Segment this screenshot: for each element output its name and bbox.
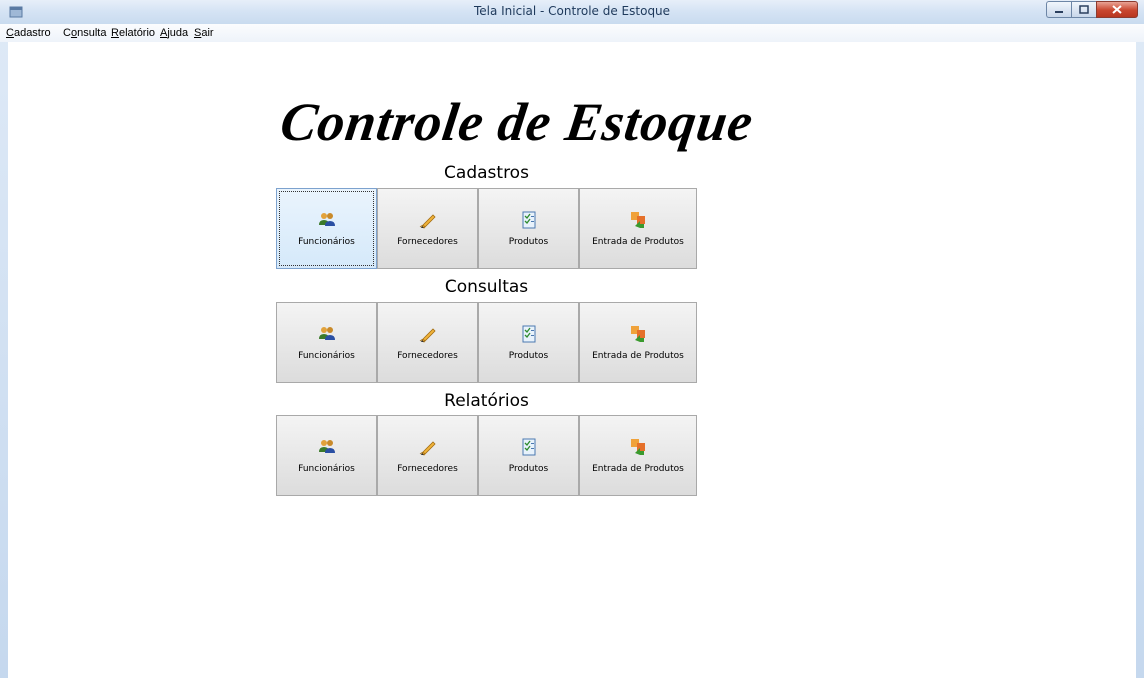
checklist-icon <box>522 211 535 228</box>
menu-label: nsulta <box>77 27 107 39</box>
menu-cadastro[interactable]: Cadastro <box>6 27 51 39</box>
minimize-icon <box>1055 10 1063 13</box>
menu-consulta[interactable]: Consulta <box>63 27 106 39</box>
pen-icon <box>419 440 436 456</box>
button-label: Fornecedores <box>397 463 458 474</box>
button-label: Produtos <box>508 236 549 247</box>
button-label: Fornecedores <box>397 236 458 247</box>
menu-relatorio[interactable]: Relatório <box>111 27 155 39</box>
menu-accel: R <box>111 27 119 39</box>
consulta-entrada-produtos-button[interactable]: Entrada de Produtos <box>579 302 697 383</box>
relatorio-entrada-produtos-button[interactable]: Entrada de Produtos <box>579 415 697 496</box>
checklist-icon <box>522 438 535 455</box>
section-title-consultas: Consultas <box>444 277 529 297</box>
menu-accel: C <box>6 27 14 39</box>
button-label: Fornecedores <box>397 350 458 361</box>
users-icon <box>318 212 335 226</box>
button-label: Produtos <box>508 463 549 474</box>
section-title-cadastros: Cadastros <box>444 163 529 183</box>
relatorio-funcionarios-button[interactable]: Funcionários <box>276 415 377 496</box>
consultas-buttons: Funcionários Fornecedores Produtos Entra… <box>276 302 697 383</box>
menu-label: air <box>201 27 214 39</box>
menu-bar: Cadastro Consulta Relatório Ajuda Sair <box>0 24 1144 42</box>
menu-label: C <box>63 27 71 39</box>
button-label: Funcionários <box>298 350 355 361</box>
cadastro-entrada-produtos-button[interactable]: Entrada de Produtos <box>579 188 697 269</box>
maximize-button[interactable] <box>1071 1 1096 18</box>
menu-label: elatório <box>118 27 156 39</box>
client-area: Controle de Estoque Cadastros Funcionári… <box>8 42 1136 678</box>
pen-icon <box>419 327 436 343</box>
cadastro-fornecedores-button[interactable]: Fornecedores <box>377 188 478 269</box>
maximize-icon <box>1079 5 1089 14</box>
section-title-relatorios: Relatórios <box>444 391 529 411</box>
checklist-icon <box>522 325 535 342</box>
import-icon <box>631 438 645 455</box>
button-label: Entrada de Produtos <box>592 236 684 247</box>
button-label: Funcionários <box>298 236 355 247</box>
import-icon <box>631 325 645 342</box>
close-button[interactable] <box>1096 1 1138 18</box>
title-bar[interactable]: Tela Inicial - Controle de Estoque <box>0 0 1144 24</box>
relatorio-produtos-button[interactable]: Produtos <box>478 415 579 496</box>
pen-icon <box>419 213 436 229</box>
close-icon <box>1112 5 1122 14</box>
button-label: Funcionários <box>298 463 355 474</box>
relatorio-fornecedores-button[interactable]: Fornecedores <box>377 415 478 496</box>
cadastros-buttons: Funcionários Fornecedores Produtos Entra… <box>276 188 697 269</box>
menu-label: adastro <box>13 27 51 39</box>
consulta-fornecedores-button[interactable]: Fornecedores <box>377 302 478 383</box>
relatorios-buttons: Funcionários Fornecedores Produtos Entra… <box>276 415 697 496</box>
button-label: Entrada de Produtos <box>592 463 684 474</box>
import-icon <box>631 211 645 228</box>
menu-sair[interactable]: Sair <box>194 27 214 39</box>
menu-ajuda[interactable]: Ajuda <box>160 27 188 39</box>
cadastro-funcionarios-button[interactable]: Funcionários <box>276 188 377 269</box>
users-icon <box>318 326 335 340</box>
menu-label: juda <box>167 27 189 39</box>
consulta-produtos-button[interactable]: Produtos <box>478 302 579 383</box>
cadastro-produtos-button[interactable]: Produtos <box>478 188 579 269</box>
button-label: Produtos <box>508 350 549 361</box>
window-title: Tela Inicial - Controle de Estoque <box>473 4 671 18</box>
window-controls <box>1046 1 1138 18</box>
consulta-funcionarios-button[interactable]: Funcionários <box>276 302 377 383</box>
button-label: Entrada de Produtos <box>592 350 684 361</box>
users-icon <box>318 439 335 453</box>
minimize-button[interactable] <box>1046 1 1071 18</box>
page-heading: Controle de Estoque <box>276 92 758 152</box>
main-window: Tela Inicial - Controle de Estoque Cadas… <box>0 0 1144 678</box>
